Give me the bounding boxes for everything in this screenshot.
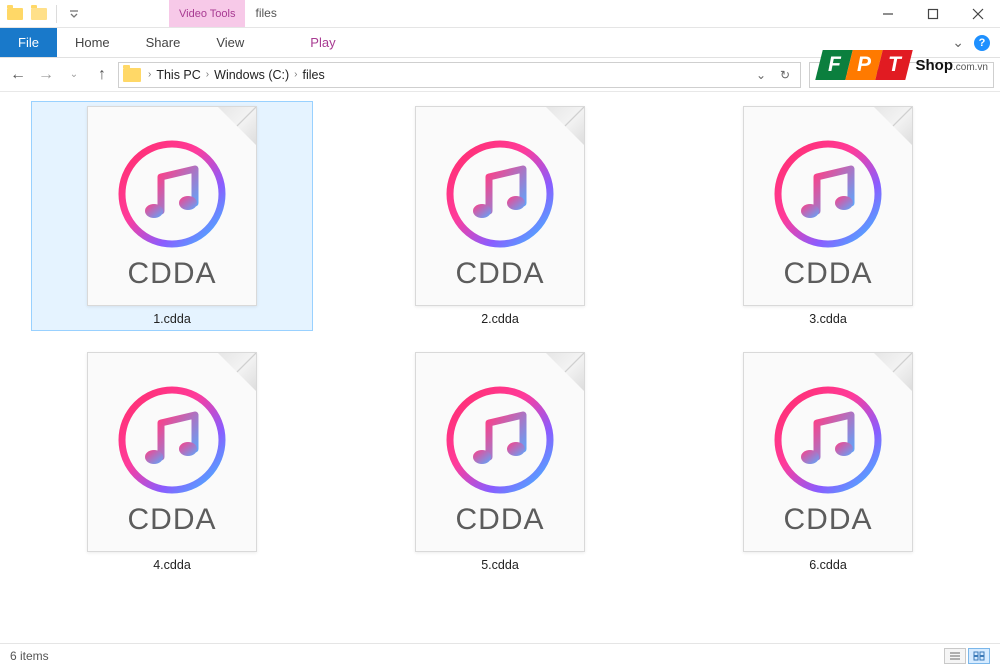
file-item[interactable]: CDDA 2.cdda [360, 102, 640, 330]
maximize-button[interactable] [910, 0, 955, 27]
folder-icon [123, 68, 141, 82]
quick-access-toolbar [0, 0, 89, 27]
details-view-button[interactable] [944, 648, 966, 664]
file-name: 5.cdda [481, 558, 519, 572]
music-note-icon [773, 385, 883, 495]
window-title: files [245, 0, 286, 27]
up-button[interactable]: ↑ [90, 63, 114, 87]
folder-icon [6, 5, 24, 23]
breadcrumb-segment[interactable]: Windows (C:) [214, 68, 289, 82]
chevron-right-icon: › [203, 69, 212, 80]
file-ext-label: CDDA [455, 257, 544, 291]
chevron-right-icon: › [145, 69, 154, 80]
file-ext-label: CDDA [127, 257, 216, 291]
music-note-icon [117, 385, 227, 495]
breadcrumb-segment[interactable]: files [303, 68, 325, 82]
file-thumbnail: CDDA [87, 352, 257, 552]
file-item[interactable]: CDDA 5.cdda [360, 348, 640, 576]
forward-button[interactable]: → [34, 63, 58, 87]
contextual-tab-video-tools[interactable]: Video Tools [169, 0, 245, 27]
window-controls [865, 0, 1000, 27]
file-thumbnail: CDDA [415, 106, 585, 306]
minimize-button[interactable] [865, 0, 910, 27]
watermark-logo: F P T Shop.com.vn [819, 50, 988, 80]
refresh-icon[interactable]: ↻ [774, 68, 796, 82]
file-item[interactable]: CDDA 4.cdda [32, 348, 312, 576]
file-ext-label: CDDA [783, 257, 872, 291]
help-icon[interactable]: ? [974, 35, 990, 51]
titlebar: Video Tools files [0, 0, 1000, 28]
breadcrumb-segment[interactable]: This PC [156, 68, 200, 82]
divider [56, 5, 57, 23]
watermark-letter: T [876, 50, 913, 80]
ribbon-tab-play[interactable]: Play [292, 28, 353, 57]
qat-dropdown-icon[interactable] [65, 5, 83, 23]
thumbnails-view-button[interactable] [968, 648, 990, 664]
file-name: 6.cdda [809, 558, 847, 572]
watermark-text: Shop.com.vn [915, 57, 988, 74]
file-name: 2.cdda [481, 312, 519, 326]
status-bar: 6 items [0, 643, 1000, 667]
music-note-icon [773, 139, 883, 249]
file-thumbnail: CDDA [87, 106, 257, 306]
folder-icon [30, 5, 48, 23]
item-count: 6 items [10, 649, 49, 663]
back-button[interactable]: ← [6, 63, 30, 87]
file-thumbnail: CDDA [415, 352, 585, 552]
music-note-icon [117, 139, 227, 249]
file-thumbnail: CDDA [743, 106, 913, 306]
close-button[interactable] [955, 0, 1000, 27]
file-item[interactable]: CDDA 6.cdda [688, 348, 968, 576]
file-name: 1.cdda [153, 312, 191, 326]
file-ext-label: CDDA [455, 503, 544, 537]
ribbon-collapse-icon[interactable]: ⌄ [952, 34, 964, 51]
file-name: 3.cdda [809, 312, 847, 326]
file-thumbnail: CDDA [743, 352, 913, 552]
file-ext-label: CDDA [127, 503, 216, 537]
file-item[interactable]: CDDA 3.cdda [688, 102, 968, 330]
address-dropdown-icon[interactable]: ⌄ [750, 68, 772, 82]
file-name: 4.cdda [153, 558, 191, 572]
music-note-icon [445, 385, 555, 495]
ribbon-tab-view[interactable]: View [198, 28, 262, 57]
file-ext-label: CDDA [783, 503, 872, 537]
ribbon-tab-share[interactable]: Share [128, 28, 199, 57]
file-item[interactable]: CDDA 1.cdda [32, 102, 312, 330]
music-note-icon [445, 139, 555, 249]
file-list: CDDA 1.cdda CDDA 2.cdda CDDA 3.cdda CDDA 4.cdda… [0, 92, 1000, 586]
address-bar[interactable]: › This PC › Windows (C:) › files ⌄ ↻ [118, 62, 801, 88]
ribbon-tab-home[interactable]: Home [57, 28, 128, 57]
chevron-right-icon: › [291, 69, 300, 80]
recent-locations-dropdown[interactable]: ⌄ [62, 63, 86, 87]
ribbon-tab-file[interactable]: File [0, 28, 57, 57]
